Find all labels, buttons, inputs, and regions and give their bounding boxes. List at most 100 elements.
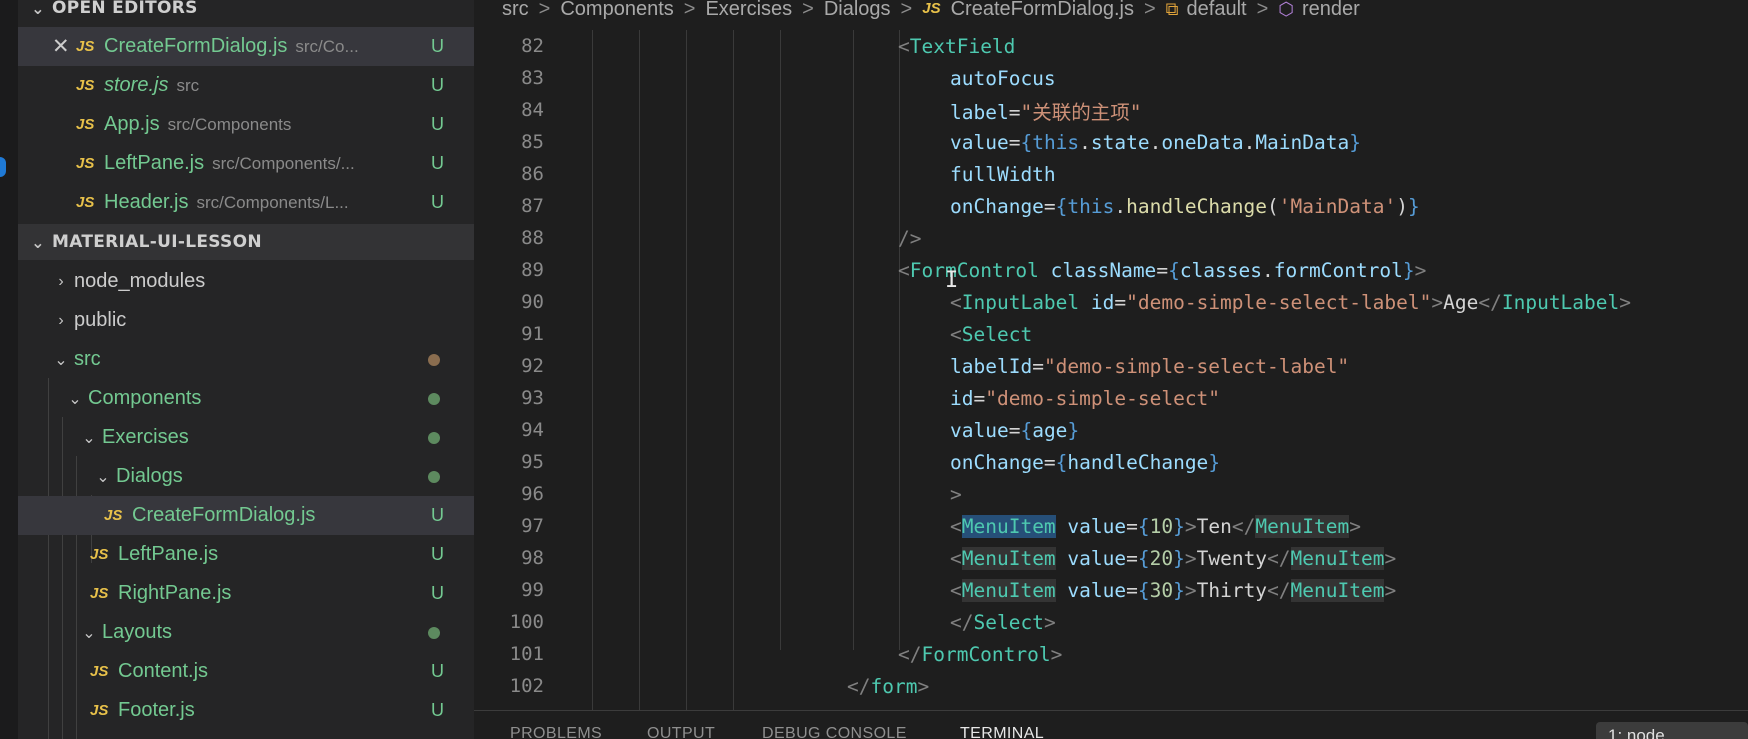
code-text: labelId="demo-simple-select-label" (950, 354, 1350, 378)
terminal-selector[interactable]: 1: node (1596, 722, 1748, 739)
project-folder-header[interactable]: ⌄ MATERIAL-UI-LESSON (18, 224, 474, 260)
line-number: 84 (521, 99, 544, 121)
breadcrumb-separator: > (1143, 0, 1156, 20)
git-status-badge: U (431, 75, 444, 95)
tree-file[interactable]: JS Content.js U (18, 652, 474, 691)
folder-label: node_modules (74, 270, 206, 292)
breadcrumb-separator: > (683, 0, 696, 20)
line-number: 92 (521, 355, 544, 377)
git-status-badge: U (431, 36, 444, 56)
chevron-down-icon: ⌄ (31, 232, 45, 252)
tree-file[interactable]: JS RightPane.js U (18, 574, 474, 613)
code-line: 82 <TextField (474, 30, 1748, 62)
tree-file[interactable]: JS Footer.js U (18, 691, 474, 730)
breadcrumb-separator: > (538, 0, 551, 20)
js-file-icon: JS (90, 663, 109, 680)
code-line: 100 </Select> (474, 606, 1748, 638)
code-line: 83 autoFocus (474, 62, 1748, 94)
open-editor-item[interactable]: JS LeftPane.js src/Components/... U (18, 144, 474, 183)
line-number: 98 (521, 547, 544, 569)
untracked-dot-icon (428, 392, 440, 405)
code-line: 89 <FormControl className={classes.formC… (474, 254, 1748, 286)
breadcrumb-separator: > (1256, 0, 1269, 20)
file-path: src/Co... (295, 36, 359, 56)
tab-terminal[interactable]: TERMINAL (960, 725, 1044, 739)
code-text: <InputLabel id="demo-simple-select-label… (950, 290, 1632, 314)
symbol-namespace-icon: ⧉ (1165, 0, 1179, 19)
code-line: 91 <Select (474, 318, 1748, 350)
folder-label: Exercises (102, 426, 189, 448)
line-number: 99 (521, 579, 544, 601)
breadcrumb-item[interactable]: Components (560, 0, 673, 19)
tab-debug-console[interactable]: DEBUG CONSOLE (762, 725, 907, 739)
code-line: 99 <MenuItem value={30}>Thirty</MenuItem… (474, 574, 1748, 606)
code-line: 96 > (474, 478, 1748, 510)
code-editor[interactable]: src > Components > Exercises > Dialogs >… (474, 0, 1748, 739)
tree-folder[interactable]: ⌄ Components (18, 379, 474, 418)
open-editor-item[interactable]: JS store.js src U (18, 66, 474, 105)
file-path: src/Components (167, 114, 292, 134)
file-label: RightPane.js (118, 582, 232, 604)
line-number: 90 (521, 291, 544, 313)
file-label: CreateFormDialog.js (132, 504, 316, 526)
tree-folder[interactable]: ⌄ Layouts (18, 613, 474, 652)
code-text: id="demo-simple-select" (950, 386, 1221, 410)
tab-problems[interactable]: PROBLEMS (510, 725, 602, 739)
code-line: 93 id="demo-simple-select" (474, 382, 1748, 414)
chevron-down-icon: ⌄ (82, 624, 96, 642)
bottom-panel: PROBLEMS OUTPUT DEBUG CONSOLE TERMINAL (474, 710, 1748, 739)
js-file-icon: JS (922, 0, 941, 17)
line-number: 88 (521, 227, 544, 249)
untracked-dot-icon (428, 626, 440, 639)
tree-file-selected[interactable]: JS CreateFormDialog.js U (18, 496, 474, 535)
line-number: 93 (521, 387, 544, 409)
modified-dot-icon (428, 353, 440, 366)
symbol-method-icon: ⬡ (1278, 0, 1294, 19)
tree-folder[interactable]: › node_modules (18, 262, 474, 301)
code-text: > (950, 482, 962, 506)
chevron-down-icon: ⌄ (68, 390, 82, 408)
breadcrumb-item[interactable]: render (1302, 0, 1360, 19)
file-path: src/Components/... (212, 153, 355, 173)
git-status-badge: U (431, 583, 444, 603)
open-editors-header[interactable]: ⌄ OPEN EDITORS (18, 0, 474, 26)
breadcrumb-item[interactable]: src (502, 0, 529, 19)
code-text: <Select (950, 322, 1033, 346)
tree-file[interactable]: JS LeftPane.js U (18, 535, 474, 574)
js-file-icon: JS (76, 116, 95, 133)
file-name: CreateFormDialog.js (104, 35, 288, 57)
tree-folder[interactable]: ⌄ Exercises (18, 418, 474, 457)
js-file-icon: JS (104, 507, 123, 524)
breadcrumb-item[interactable]: default (1187, 0, 1247, 19)
line-number: 91 (521, 323, 544, 345)
breadcrumb-item[interactable]: Dialogs (824, 0, 891, 19)
tree-folder[interactable]: › public (18, 301, 474, 340)
open-editor-item[interactable]: ✕ JS CreateFormDialog.js src/Co... U (18, 27, 474, 66)
line-number: 102 (509, 675, 544, 697)
git-status-badge: U (431, 544, 444, 564)
file-name: Header.js (104, 191, 189, 213)
open-editor-item[interactable]: JS Header.js src/Components/L... U (18, 183, 474, 222)
folder-label: src (74, 348, 101, 370)
chevron-right-icon: › (58, 272, 64, 290)
breadcrumb-item[interactable]: CreateFormDialog.js (951, 0, 1134, 19)
line-number: 82 (521, 35, 544, 57)
line-number: 100 (509, 611, 544, 633)
file-name: store.js (104, 74, 169, 96)
tab-output[interactable]: OUTPUT (647, 725, 715, 739)
activity-badge-icon[interactable] (0, 157, 6, 177)
untracked-dot-icon (428, 431, 440, 444)
code-line: 98 <MenuItem value={20}>Twenty</MenuItem… (474, 542, 1748, 574)
code-text: autoFocus (950, 66, 1056, 90)
code-text: <FormControl className={classes.formCont… (898, 258, 1427, 282)
js-file-icon: JS (90, 546, 109, 563)
close-icon[interactable]: ✕ (52, 34, 70, 59)
line-number: 85 (521, 131, 544, 153)
untracked-dot-icon (428, 470, 440, 483)
breadcrumb-item[interactable]: Exercises (705, 0, 792, 19)
code-text: value={age} (950, 418, 1080, 442)
tree-folder[interactable]: ⌄ Dialogs (18, 457, 474, 496)
open-editor-item[interactable]: JS App.js src/Components U (18, 105, 474, 144)
tree-folder[interactable]: ⌄ src (18, 340, 474, 379)
code-text: <MenuItem value={20}>Twenty</MenuItem> (950, 546, 1397, 570)
